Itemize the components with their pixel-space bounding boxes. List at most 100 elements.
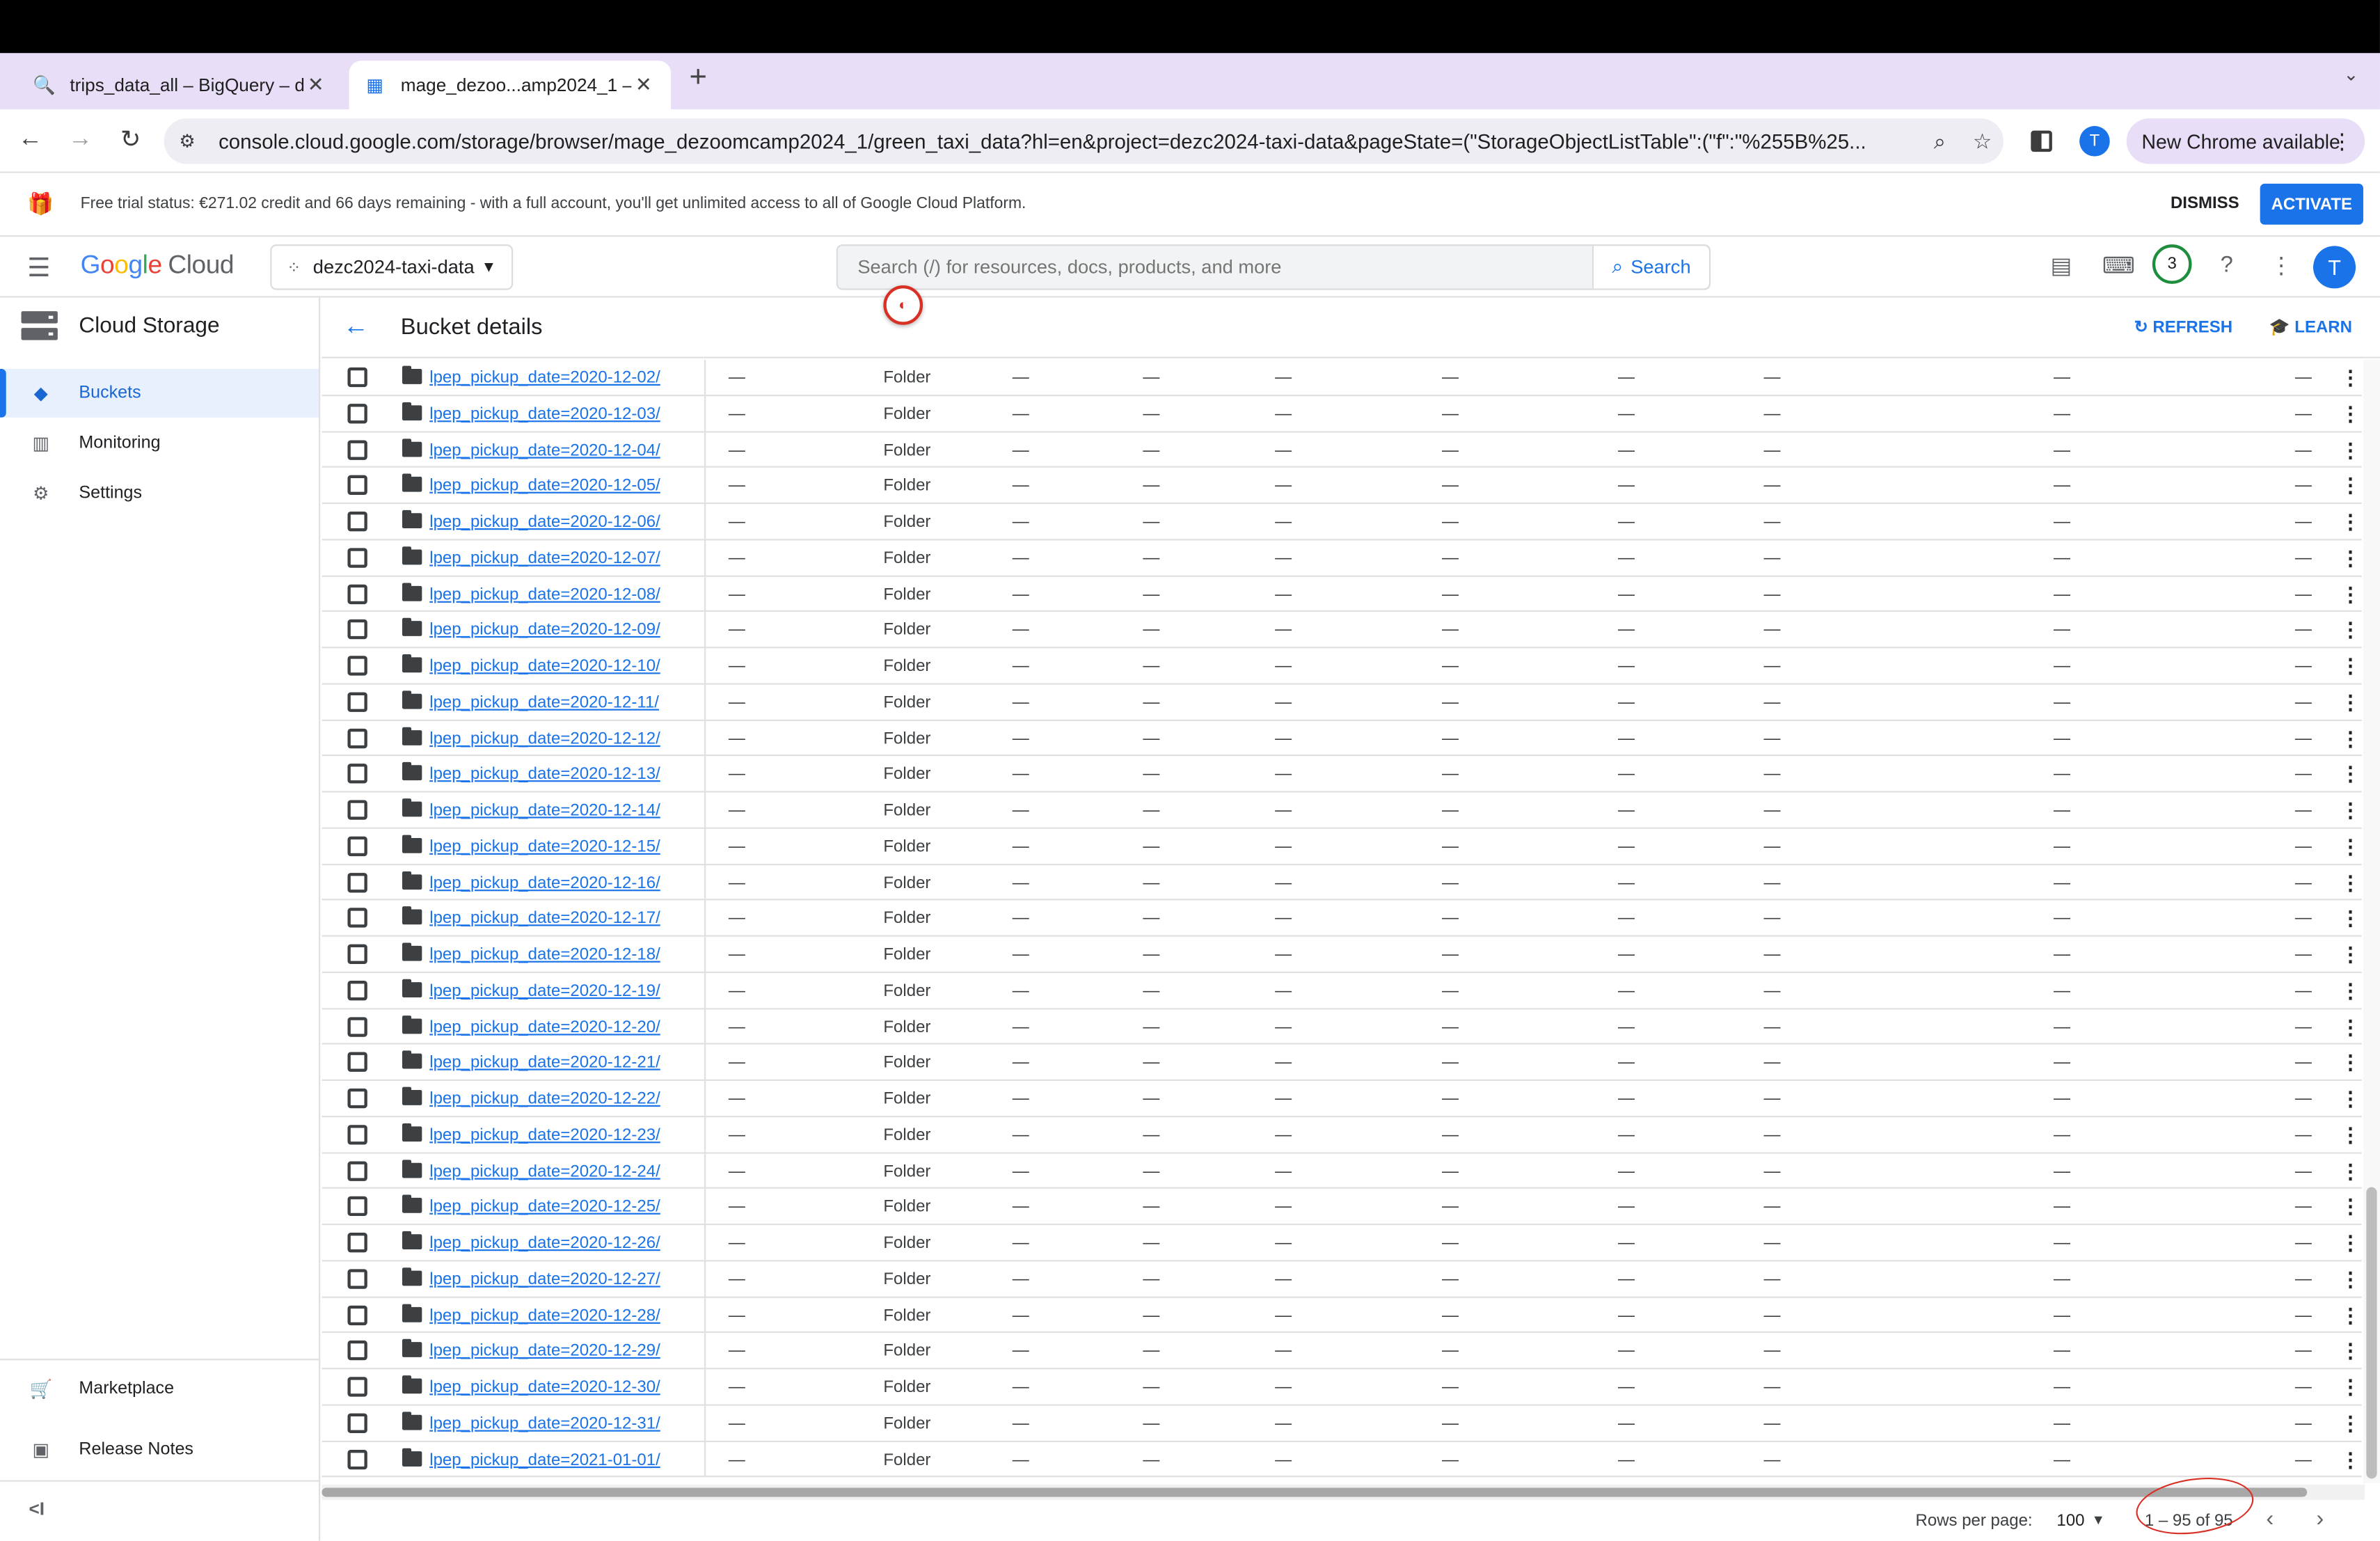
- table-row[interactable]: lpep_pickup_date=2020-12-24/ — Folder — — — — —…: [322, 1153, 2362, 1190]
- folder-name-link[interactable]: lpep_pickup_date=2020-12-17/: [429, 910, 660, 928]
- folder-name-link[interactable]: lpep_pickup_date=2020-12-15/: [429, 837, 660, 855]
- table-row[interactable]: lpep_pickup_date=2020-12-05/ — Folder — — — — —…: [322, 468, 2362, 505]
- url-text[interactable]: console.cloud.google.com/storage/browser…: [219, 129, 1919, 152]
- table-row[interactable]: lpep_pickup_date=2020-12-21/ — Folder — — — — —…: [322, 1045, 2362, 1081]
- row-actions-kebab-icon[interactable]: ⋮: [2340, 727, 2360, 751]
- chrome-menu-kebab-icon[interactable]: ⋮: [2331, 128, 2353, 154]
- row-actions-kebab-icon[interactable]: ⋮: [2340, 402, 2360, 426]
- dismiss-button[interactable]: DISMISS: [2171, 194, 2239, 212]
- table-row[interactable]: lpep_pickup_date=2020-12-07/ — Folder — — — — —…: [322, 539, 2362, 576]
- row-actions-kebab-icon[interactable]: ⋮: [2340, 1123, 2360, 1147]
- row-actions-kebab-icon[interactable]: ⋮: [2340, 690, 2360, 715]
- reload-icon[interactable]: ↻: [114, 123, 148, 157]
- previous-page-icon[interactable]: ‹: [2266, 1506, 2274, 1532]
- row-actions-kebab-icon[interactable]: ⋮: [2340, 871, 2360, 895]
- row-checkbox[interactable]: [347, 764, 367, 784]
- more-options-kebab-icon[interactable]: ⋮: [2266, 252, 2296, 283]
- table-row[interactable]: lpep_pickup_date=2020-12-25/ — Folder — — — — —…: [322, 1189, 2362, 1226]
- table-row[interactable]: lpep_pickup_date=2020-12-10/ — Folder — — — — —…: [322, 648, 2362, 685]
- folder-name-link[interactable]: lpep_pickup_date=2020-12-19/: [429, 982, 660, 1000]
- table-row[interactable]: lpep_pickup_date=2020-12-16/ — Folder — — — — —…: [322, 864, 2362, 901]
- row-actions-kebab-icon[interactable]: ⋮: [2340, 1087, 2360, 1112]
- close-icon[interactable]: ✕: [631, 73, 656, 97]
- site-info-icon[interactable]: ⚙: [179, 131, 206, 152]
- row-checkbox[interactable]: [347, 583, 367, 603]
- row-actions-kebab-icon[interactable]: ⋮: [2340, 1448, 2360, 1472]
- row-checkbox[interactable]: [347, 1016, 367, 1036]
- learn-button[interactable]: 🎓 LEARN: [2269, 317, 2352, 337]
- table-row[interactable]: lpep_pickup_date=2020-12-02/ — Folder — — — — —…: [322, 359, 2362, 396]
- row-checkbox[interactable]: [347, 1341, 367, 1361]
- sidebar-item-marketplace[interactable]: 🛒 Marketplace: [0, 1365, 319, 1414]
- row-actions-kebab-icon[interactable]: ⋮: [2340, 1159, 2360, 1183]
- caret-down-icon[interactable]: ▼: [2092, 1512, 2105, 1527]
- address-bar[interactable]: ⚙ console.cloud.google.com/storage/brows…: [164, 118, 2004, 164]
- row-checkbox[interactable]: [347, 439, 367, 459]
- row-checkbox[interactable]: [347, 1413, 367, 1433]
- row-actions-kebab-icon[interactable]: ⋮: [2340, 907, 2360, 931]
- row-checkbox[interactable]: [347, 547, 367, 568]
- row-checkbox[interactable]: [347, 1124, 367, 1145]
- help-icon[interactable]: ?: [2212, 252, 2242, 283]
- row-checkbox[interactable]: [347, 1304, 367, 1325]
- sidebar-item-buckets[interactable]: ◆ Buckets: [0, 369, 319, 418]
- row-actions-kebab-icon[interactable]: ⋮: [2340, 582, 2360, 606]
- side-panel-icon[interactable]: [2031, 130, 2052, 152]
- folder-name-link[interactable]: lpep_pickup_date=2020-12-29/: [429, 1343, 660, 1361]
- folder-name-link[interactable]: lpep_pickup_date=2020-12-22/: [429, 1090, 660, 1108]
- folder-name-link[interactable]: lpep_pickup_date=2020-12-31/: [429, 1414, 660, 1432]
- table-row[interactable]: lpep_pickup_date=2020-12-22/ — Folder — — — — —…: [322, 1080, 2362, 1117]
- collapse-sidebar-icon[interactable]: <I: [29, 1499, 45, 1520]
- folder-name-link[interactable]: lpep_pickup_date=2020-12-10/: [429, 657, 660, 675]
- row-checkbox[interactable]: [347, 908, 367, 928]
- row-checkbox[interactable]: [347, 836, 367, 856]
- row-actions-kebab-icon[interactable]: ⋮: [2340, 1051, 2360, 1075]
- table-row[interactable]: lpep_pickup_date=2020-12-19/ — Folder — — — — —…: [322, 972, 2362, 1009]
- row-actions-kebab-icon[interactable]: ⋮: [2340, 510, 2360, 535]
- table-row[interactable]: lpep_pickup_date=2020-12-06/ — Folder — — — — —…: [322, 504, 2362, 540]
- back-arrow-icon[interactable]: ←: [14, 123, 47, 157]
- table-row[interactable]: lpep_pickup_date=2020-12-26/ — Folder — — — — —…: [322, 1225, 2362, 1261]
- row-checkbox[interactable]: [347, 1377, 367, 1397]
- forward-arrow-icon[interactable]: →: [64, 123, 97, 157]
- table-row[interactable]: lpep_pickup_date=2020-12-23/ — Folder — — — — —…: [322, 1116, 2362, 1153]
- account-avatar[interactable]: T: [2312, 246, 2356, 289]
- folder-name-link[interactable]: lpep_pickup_date=2020-12-26/: [429, 1234, 660, 1252]
- scrollbar-thumb[interactable]: [2366, 1187, 2377, 1479]
- next-page-icon[interactable]: ›: [2316, 1506, 2324, 1532]
- table-row[interactable]: lpep_pickup_date=2021-01-01/ — Folder — — — — —…: [322, 1441, 2362, 1478]
- folder-name-link[interactable]: lpep_pickup_date=2020-12-09/: [429, 622, 660, 640]
- table-row[interactable]: lpep_pickup_date=2020-12-17/ — Folder — — — — —…: [322, 900, 2362, 937]
- folder-name-link[interactable]: lpep_pickup_date=2020-12-16/: [429, 874, 660, 892]
- folder-name-link[interactable]: lpep_pickup_date=2020-12-18/: [429, 946, 660, 964]
- folder-name-link[interactable]: lpep_pickup_date=2020-12-21/: [429, 1054, 660, 1072]
- table-row[interactable]: lpep_pickup_date=2020-12-31/ — Folder — — — — —…: [322, 1405, 2362, 1441]
- row-actions-kebab-icon[interactable]: ⋮: [2340, 1015, 2360, 1039]
- row-actions-kebab-icon[interactable]: ⋮: [2340, 438, 2360, 462]
- table-row[interactable]: lpep_pickup_date=2020-12-14/ — Folder — — — — —…: [322, 792, 2362, 829]
- refresh-button[interactable]: ↻ REFRESH: [2134, 317, 2232, 337]
- sidebar-item-settings[interactable]: ⚙ Settings: [0, 469, 319, 518]
- vertical-scrollbar[interactable]: [2363, 359, 2380, 1483]
- row-checkbox[interactable]: [347, 872, 367, 892]
- table-row[interactable]: lpep_pickup_date=2020-12-08/ — Folder — — — — —…: [322, 576, 2362, 613]
- row-checkbox[interactable]: [347, 727, 367, 748]
- row-actions-kebab-icon[interactable]: ⋮: [2340, 798, 2360, 823]
- table-row[interactable]: lpep_pickup_date=2020-12-29/ — Folder — — — — —…: [322, 1333, 2362, 1370]
- row-checkbox[interactable]: [347, 1233, 367, 1253]
- sidebar-item-release-notes[interactable]: ▣ Release Notes: [0, 1425, 319, 1474]
- row-actions-kebab-icon[interactable]: ⋮: [2340, 1303, 2360, 1327]
- row-checkbox[interactable]: [347, 800, 367, 820]
- row-actions-kebab-icon[interactable]: ⋮: [2340, 762, 2360, 787]
- browser-tab-bigquery[interactable]: 🔍 trips_data_all – BigQuery – d ✕: [18, 61, 343, 109]
- table-row[interactable]: lpep_pickup_date=2020-12-27/ — Folder — — — — —…: [322, 1261, 2362, 1297]
- row-checkbox[interactable]: [347, 1268, 367, 1289]
- row-checkbox[interactable]: [347, 619, 367, 640]
- row-checkbox[interactable]: [347, 403, 367, 423]
- row-checkbox[interactable]: [347, 980, 367, 1000]
- search-input[interactable]: [837, 246, 1597, 289]
- sidebar-item-monitoring[interactable]: ▥ Monitoring: [0, 419, 319, 468]
- row-checkbox[interactable]: [347, 367, 367, 388]
- row-checkbox[interactable]: [347, 656, 367, 676]
- activate-button[interactable]: ACTIVATE: [2260, 183, 2363, 225]
